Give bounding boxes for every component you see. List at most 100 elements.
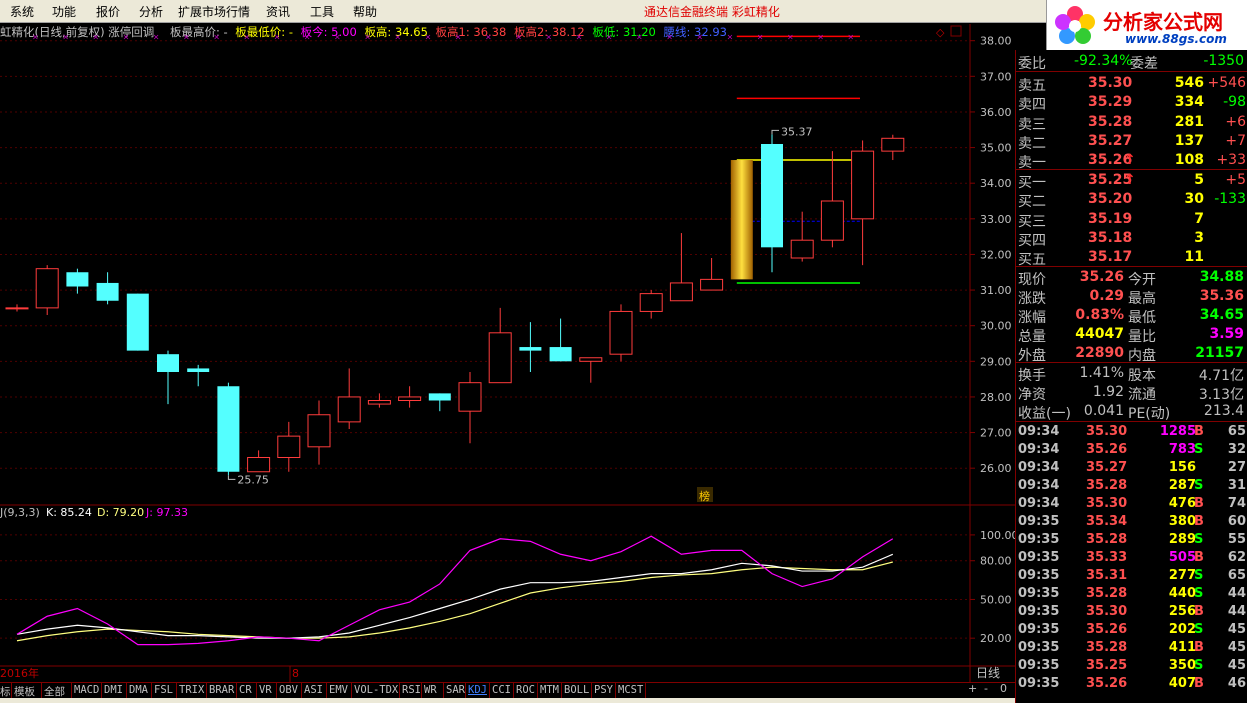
year-label: 2016年 (0, 666, 39, 680)
bid-row: 买二 35.20 30 -133 (1016, 190, 1247, 210)
tab-fsl[interactable]: FSL (154, 684, 173, 696)
bid-change: +5 (1225, 172, 1246, 188)
ask-change: +6 (1225, 113, 1246, 130)
bid-change: -133 (1214, 191, 1246, 208)
up-arrow-icon: ↑ (1124, 152, 1136, 169)
tick-time: 09:34 (1018, 424, 1060, 439)
candle-body (519, 347, 542, 351)
tick-volume: 411 (1168, 640, 1196, 655)
tab-dmi[interactable]: DMI (104, 684, 123, 696)
tab-wr[interactable]: WR (424, 684, 437, 696)
top-marker: × (394, 32, 401, 41)
tab-macd[interactable]: MACD (74, 684, 99, 696)
ask-price: 35.27 (1088, 132, 1133, 149)
fund-value-2: 3.13亿 (1198, 387, 1244, 403)
zoom-out-button[interactable]: - (984, 682, 988, 695)
tab-cr[interactable]: CR (239, 684, 252, 696)
tick-count: 32 (1227, 442, 1246, 457)
tick-price: 35.34 (1086, 514, 1128, 529)
flower-logo-icon (1055, 6, 1095, 44)
kdj-d: D: 79.20 (97, 506, 144, 519)
zoom-reset-button[interactable]: 0 (1000, 682, 1007, 695)
window-title: 通达信金融终端 彩虹精化 (644, 5, 780, 19)
top-marker: × (847, 32, 854, 41)
candle-body (96, 282, 119, 301)
tick-time: 09:35 (1018, 604, 1060, 619)
tab-kdj[interactable]: KDJ (468, 684, 487, 696)
fund-label: 收益(一) (1018, 406, 1071, 422)
bid-row: 买一 35.25 5 +5 ↑ (1016, 171, 1247, 191)
kdj-axis-label: 100.00 (980, 529, 1015, 542)
menu-analysis[interactable]: 分析 (139, 3, 163, 20)
tick-volume: 350 (1168, 658, 1196, 673)
tab-vr[interactable]: VR (259, 684, 272, 696)
stat-label-2: 最高 (1128, 291, 1156, 307)
menu-tools[interactable]: 工具 (310, 3, 334, 20)
tick-time: 09:34 (1018, 478, 1060, 493)
tick-row: 09:34 35.28 287 S 31 (1016, 477, 1247, 495)
price-axis-label: 30.00 (980, 320, 1012, 333)
tick-row: 09:35 35.28 411 B 45 (1016, 639, 1247, 657)
tick-count: 55 (1227, 532, 1246, 547)
price-axis-label: 32.00 (980, 248, 1012, 261)
menu-ext-market[interactable]: 扩展市场行情 (178, 3, 250, 20)
menu-news[interactable]: 资讯 (266, 3, 290, 20)
tab-dma[interactable]: DMA (129, 684, 148, 696)
bid-price: 35.17 (1088, 249, 1133, 266)
kline-chart[interactable]: × × × × × × × × × × × × × × × × × × × × × × × × × × × × 100.00 80.00… (0, 24, 1015, 682)
tab-模板[interactable]: 模板 (14, 684, 35, 699)
tick-price: 35.27 (1086, 460, 1128, 475)
tick-volume: 476 (1168, 496, 1196, 511)
bid-volume: 30 (1184, 191, 1204, 208)
tab-vol-tdx[interactable]: VOL-TDX (354, 684, 398, 696)
tick-price: 35.26 (1086, 676, 1128, 691)
tab-trix[interactable]: TRIX (179, 684, 204, 696)
tick-row: 09:35 35.28 289 S 55 (1016, 531, 1247, 549)
bid-price: 35.19 (1088, 210, 1133, 227)
tab-标[interactable]: 标 (0, 684, 11, 699)
price-axis-label: 34.00 (980, 177, 1012, 190)
tab-emv[interactable]: EMV (329, 684, 348, 696)
kdj-axis-label: 80.00 (980, 555, 1012, 568)
tab-rsi[interactable]: RSI (402, 684, 421, 696)
tick-price: 35.28 (1086, 532, 1128, 547)
corner-diamond-icon[interactable]: ◇ (936, 26, 945, 39)
tab-sar[interactable]: SAR (446, 684, 465, 696)
candle-body (851, 150, 875, 220)
top-marker: × (757, 32, 764, 41)
tab-mcst[interactable]: MCST (618, 684, 643, 696)
tab-asi[interactable]: ASI (304, 684, 323, 696)
tab-roc[interactable]: ROC (516, 684, 535, 696)
tab-obv[interactable]: OBV (279, 684, 298, 696)
top-marker: × (243, 32, 250, 41)
top-marker: × (485, 32, 492, 41)
tab-全部[interactable]: 全部 (44, 684, 65, 699)
list-badge: 榜 (699, 489, 710, 503)
tab-brar[interactable]: BRAR (209, 684, 234, 696)
tick-count: 45 (1227, 658, 1246, 673)
bid-price: 35.18 (1088, 229, 1133, 246)
logo-text: 分析家公式网 (1103, 10, 1223, 34)
tab-boll[interactable]: BOLL (564, 684, 589, 696)
menu-help[interactable]: 帮助 (353, 3, 377, 20)
tab-mtm[interactable]: MTM (540, 684, 559, 696)
ask-volume: 137 (1174, 132, 1204, 149)
tab-cci[interactable]: CCI (492, 684, 511, 696)
stat-value-2: 34.88 (1199, 269, 1244, 285)
tick-side: S (1194, 658, 1204, 673)
top-marker: × (817, 32, 824, 41)
menu-function[interactable]: 功能 (52, 3, 76, 20)
tab-psy[interactable]: PSY (594, 684, 613, 696)
stat-label-2: 量比 (1128, 329, 1156, 345)
menu-system[interactable]: 系统 (10, 3, 34, 20)
menu-quote[interactable]: 报价 (96, 3, 120, 20)
price-axis-label: 28.00 (980, 391, 1012, 404)
fund-label: 净资 (1018, 387, 1046, 403)
top-marker: × (576, 32, 583, 41)
tick-side: S (1194, 442, 1204, 457)
tick-row: 09:34 35.30 1285 B 65 (1016, 423, 1247, 441)
zoom-in-button[interactable]: + (968, 682, 977, 695)
kdj-title: J(9,3,3) (0, 506, 40, 519)
top-marker: × (364, 32, 371, 41)
tick-side: S (1194, 532, 1204, 547)
